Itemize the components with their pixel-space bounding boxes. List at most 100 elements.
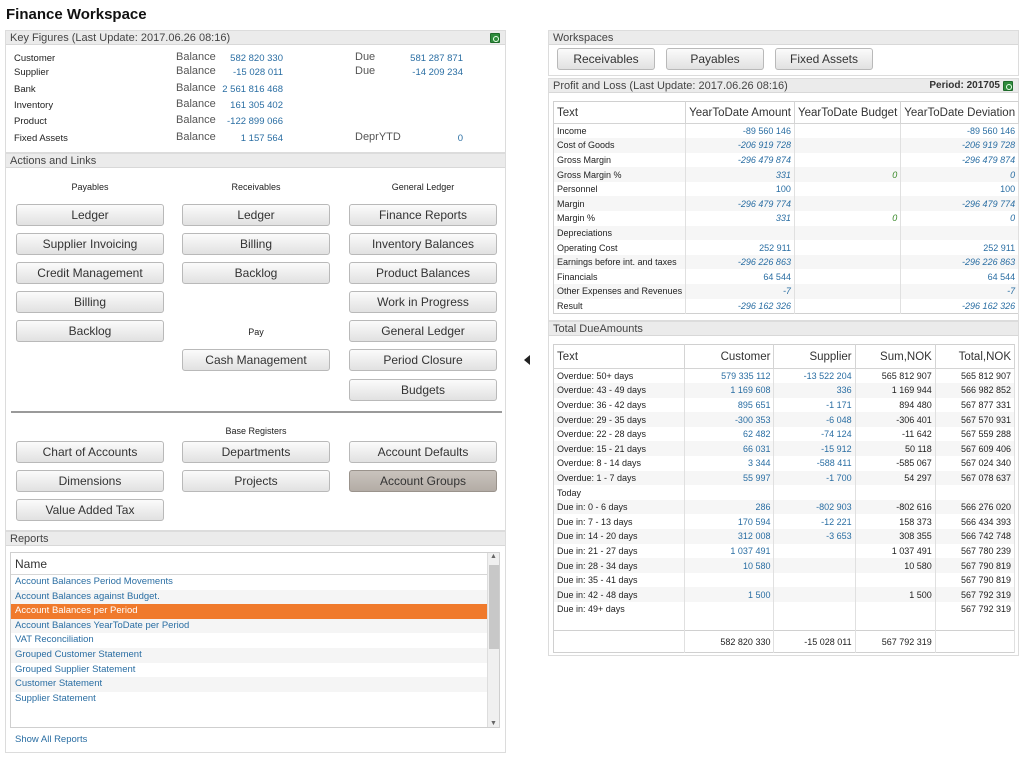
pl-deviation[interactable]: 100 — [900, 181, 1020, 197]
budgets-button[interactable]: Budgets — [349, 379, 497, 401]
due-column-sum-nok[interactable]: Sum,NOK — [855, 344, 936, 369]
due-supplier[interactable] — [773, 602, 856, 617]
show-all-reports-link[interactable]: Show All Reports — [15, 734, 87, 745]
departments-button[interactable]: Departments — [182, 441, 330, 463]
due-customer[interactable]: 895 651 — [684, 397, 775, 413]
pl-budget[interactable] — [794, 123, 902, 139]
pl-column-yeartodate-amount[interactable]: YearToDate Amount — [685, 101, 795, 124]
pl-amount[interactable]: 64 544 — [685, 269, 795, 285]
secondary-value[interactable]: 581 287 871 — [373, 53, 463, 64]
due-supplier[interactable]: -588 411 — [773, 456, 856, 471]
pl-budget[interactable] — [794, 181, 902, 197]
pl-budget[interactable] — [794, 284, 902, 299]
account-defaults-button[interactable]: Account Defaults — [349, 441, 497, 463]
pl-amount[interactable] — [685, 225, 795, 241]
pl-budget[interactable] — [794, 196, 902, 212]
due-supplier[interactable]: -3 653 — [773, 529, 856, 544]
report-list-item[interactable]: Customer Statement — [11, 677, 488, 692]
pl-budget[interactable] — [794, 240, 902, 255]
workspace-payables-button[interactable]: Payables — [666, 48, 764, 70]
pl-deviation[interactable]: -296 226 863 — [900, 254, 1020, 270]
excel-icon[interactable] — [490, 33, 500, 43]
due-column-text[interactable]: Text — [553, 344, 686, 369]
due-column-total-nok[interactable]: Total,NOK — [935, 344, 1016, 369]
projects-button[interactable]: Projects — [182, 470, 330, 492]
excel-icon[interactable] — [1003, 81, 1013, 91]
report-list-item[interactable]: Supplier Statement — [11, 692, 488, 707]
pl-column-yeartodate-budget[interactable]: YearToDate Budget — [794, 101, 902, 124]
pl-amount[interactable]: -206 919 728 — [685, 138, 795, 153]
billing-button[interactable]: Billing — [16, 291, 164, 313]
pl-deviation[interactable]: 252 911 — [900, 240, 1020, 255]
pl-budget[interactable] — [794, 254, 902, 270]
secondary-value[interactable]: 0 — [373, 133, 463, 144]
due-column-supplier[interactable]: Supplier — [773, 344, 856, 369]
report-list-item[interactable]: VAT Reconciliation — [11, 633, 488, 648]
due-supplier[interactable] — [773, 543, 856, 559]
value-added-tax-button[interactable]: Value Added Tax — [16, 499, 164, 521]
due-supplier[interactable]: -15 912 — [773, 441, 856, 457]
due-supplier[interactable]: -1 171 — [773, 397, 856, 413]
backlog-button[interactable]: Backlog — [182, 262, 330, 284]
due-customer[interactable]: 170 594 — [684, 514, 775, 530]
pl-deviation[interactable]: -206 919 728 — [900, 138, 1020, 153]
collapse-left-icon[interactable] — [524, 355, 530, 365]
pl-deviation[interactable]: -296 479 774 — [900, 196, 1020, 212]
reports-scrollbar[interactable]: ▲ ▼ — [487, 553, 499, 727]
balance-value[interactable]: 2 561 816 468 — [193, 84, 283, 95]
due-supplier[interactable] — [773, 485, 856, 500]
pl-amount[interactable]: -296 226 863 — [685, 254, 795, 270]
due-supplier[interactable]: -6 048 — [773, 412, 856, 427]
pl-amount[interactable]: -296 162 326 — [685, 298, 795, 314]
due-customer[interactable] — [684, 485, 775, 500]
pl-column-text[interactable]: Text — [553, 101, 687, 124]
pl-amount[interactable]: -89 560 146 — [685, 123, 795, 139]
report-list-item[interactable]: Account Balances against Budget. — [11, 589, 488, 605]
workspace-fixed-assets-button[interactable]: Fixed Assets — [775, 48, 873, 70]
balance-value[interactable]: -15 028 011 — [193, 67, 283, 78]
pl-amount[interactable]: 331 — [685, 167, 795, 182]
due-column-customer[interactable]: Customer — [684, 344, 775, 369]
balance-value[interactable]: -122 899 066 — [193, 116, 283, 127]
pl-budget[interactable] — [794, 298, 902, 314]
due-supplier[interactable]: -12 221 — [773, 514, 856, 530]
scroll-up-icon[interactable]: ▲ — [490, 553, 497, 560]
billing-button[interactable]: Billing — [182, 233, 330, 255]
pl-budget[interactable] — [794, 152, 902, 168]
pl-deviation[interactable]: -296 162 326 — [900, 298, 1020, 314]
account-groups-button[interactable]: Account Groups — [349, 470, 497, 492]
report-list-item[interactable]: Account Balances per Period — [11, 604, 488, 619]
pl-deviation[interactable]: -296 479 874 — [900, 152, 1020, 168]
balance-value[interactable]: 161 305 402 — [193, 100, 283, 111]
cash-management-button[interactable]: Cash Management — [182, 349, 330, 371]
scroll-thumb[interactable] — [489, 565, 499, 649]
due-customer[interactable]: 1 037 491 — [684, 543, 775, 559]
report-list-item[interactable]: Grouped Customer Statement — [11, 647, 488, 663]
due-customer[interactable]: 1 169 608 — [684, 383, 775, 398]
inventory-balances-button[interactable]: Inventory Balances — [349, 233, 497, 255]
pl-deviation[interactable]: 64 544 — [900, 269, 1020, 285]
pl-budget[interactable]: 0 — [794, 211, 902, 226]
due-customer[interactable]: 10 580 — [684, 558, 775, 573]
due-supplier[interactable] — [773, 587, 856, 602]
pl-amount[interactable]: -296 479 774 — [685, 196, 795, 212]
due-customer[interactable]: 66 031 — [684, 441, 775, 457]
due-customer[interactable] — [684, 602, 775, 617]
backlog-button[interactable]: Backlog — [16, 320, 164, 342]
report-list-item[interactable]: Grouped Supplier Statement — [11, 663, 488, 678]
due-supplier[interactable] — [773, 572, 856, 588]
due-supplier[interactable]: 336 — [773, 383, 856, 398]
report-list-item[interactable]: Account Balances Period Movements — [11, 575, 488, 590]
pl-budget[interactable] — [794, 269, 902, 285]
pl-amount[interactable]: 100 — [685, 181, 795, 197]
due-customer[interactable]: 3 344 — [684, 456, 775, 471]
due-customer[interactable]: -300 353 — [684, 412, 775, 427]
work-in-progress-button[interactable]: Work in Progress — [349, 291, 497, 313]
reports-column-name[interactable]: Name — [11, 553, 488, 575]
pl-amount[interactable]: 331 — [685, 211, 795, 226]
balance-value[interactable]: 1 157 564 — [193, 133, 283, 144]
scroll-down-icon[interactable]: ▼ — [490, 720, 497, 727]
dimensions-button[interactable]: Dimensions — [16, 470, 164, 492]
due-customer[interactable]: 286 — [684, 499, 775, 515]
pl-budget[interactable]: 0 — [794, 167, 902, 182]
